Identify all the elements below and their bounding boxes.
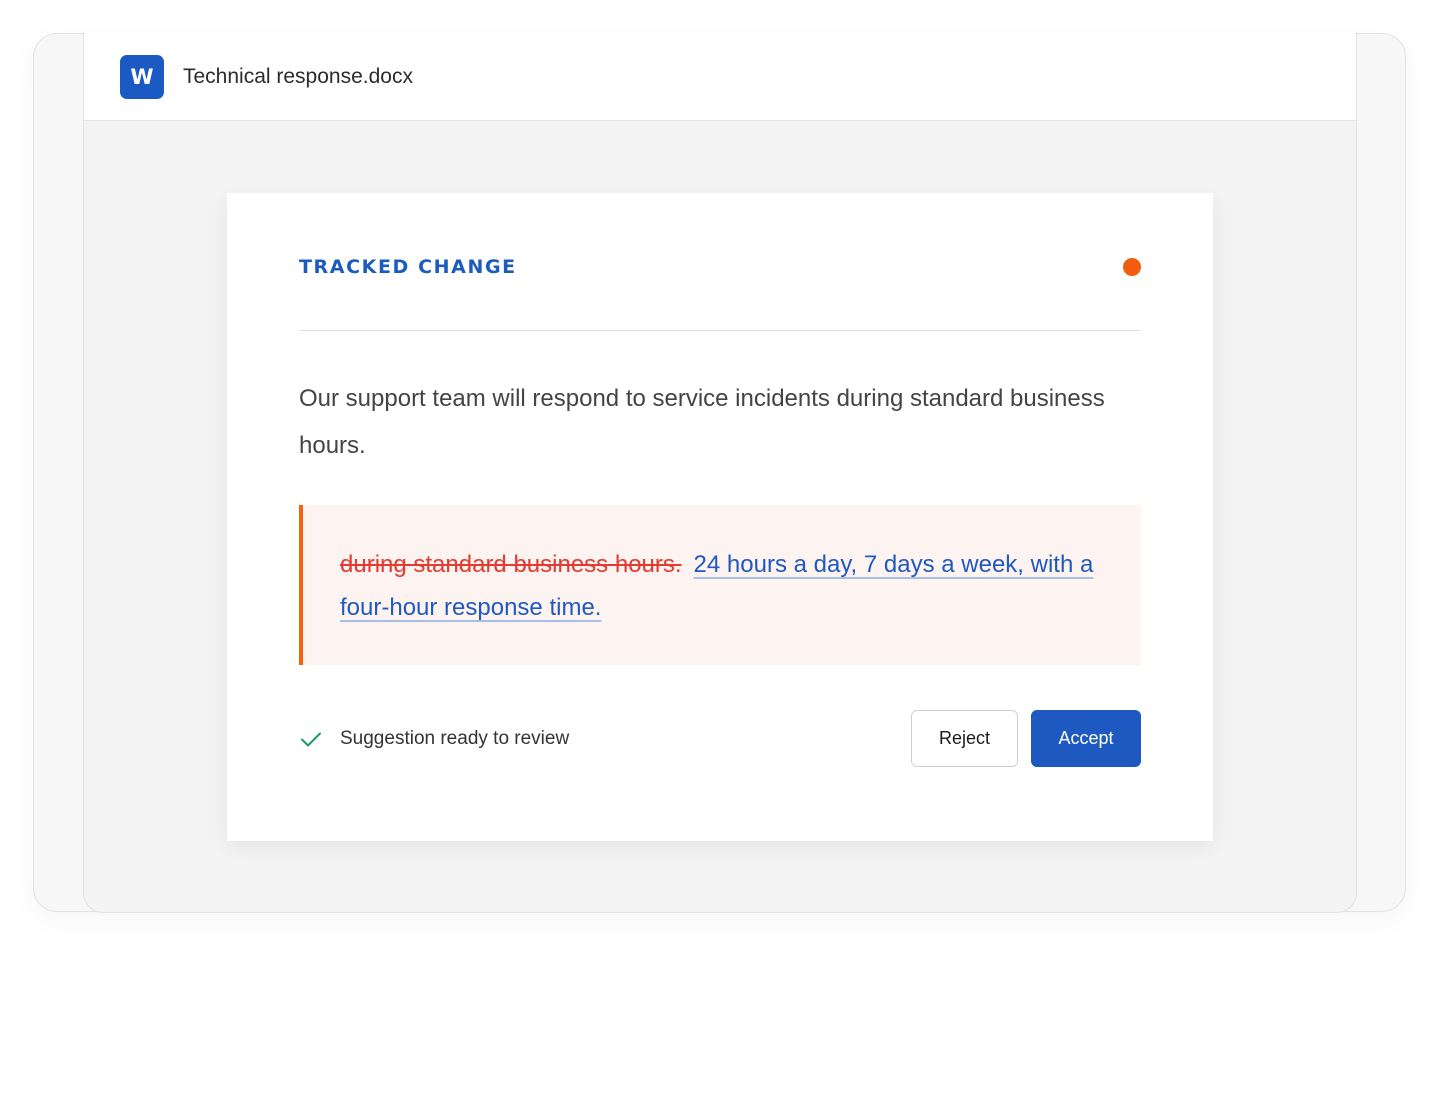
status-line: Suggestion ready to review xyxy=(299,727,569,751)
change-block: during standard business hours. 24 hours … xyxy=(299,505,1141,665)
word-icon: W xyxy=(120,54,164,99)
check-icon xyxy=(301,732,321,746)
deleted-text: during standard business hours. xyxy=(340,551,682,578)
status-dot xyxy=(1123,257,1141,276)
accept-button[interactable]: Accept xyxy=(1031,710,1141,767)
action-buttons: Reject Accept xyxy=(911,710,1141,767)
file-name: Technical response.docx xyxy=(183,64,413,88)
original-text: Our support team will respond to service… xyxy=(299,385,1105,459)
status-text: Suggestion ready to review xyxy=(340,727,570,749)
card-footer: Suggestion ready to review Reject Accept xyxy=(299,710,1141,767)
card-label: TRACKED CHANGE xyxy=(299,255,517,278)
title-bar: W Technical response.docx xyxy=(84,33,1356,121)
app-window: W Technical response.docx TRACKED CHANGE… xyxy=(83,33,1357,913)
tracked-change-card: TRACKED CHANGE Our support team will res… xyxy=(227,193,1213,841)
reject-button[interactable]: Reject xyxy=(911,710,1018,767)
card-header: TRACKED CHANGE xyxy=(299,193,1141,331)
